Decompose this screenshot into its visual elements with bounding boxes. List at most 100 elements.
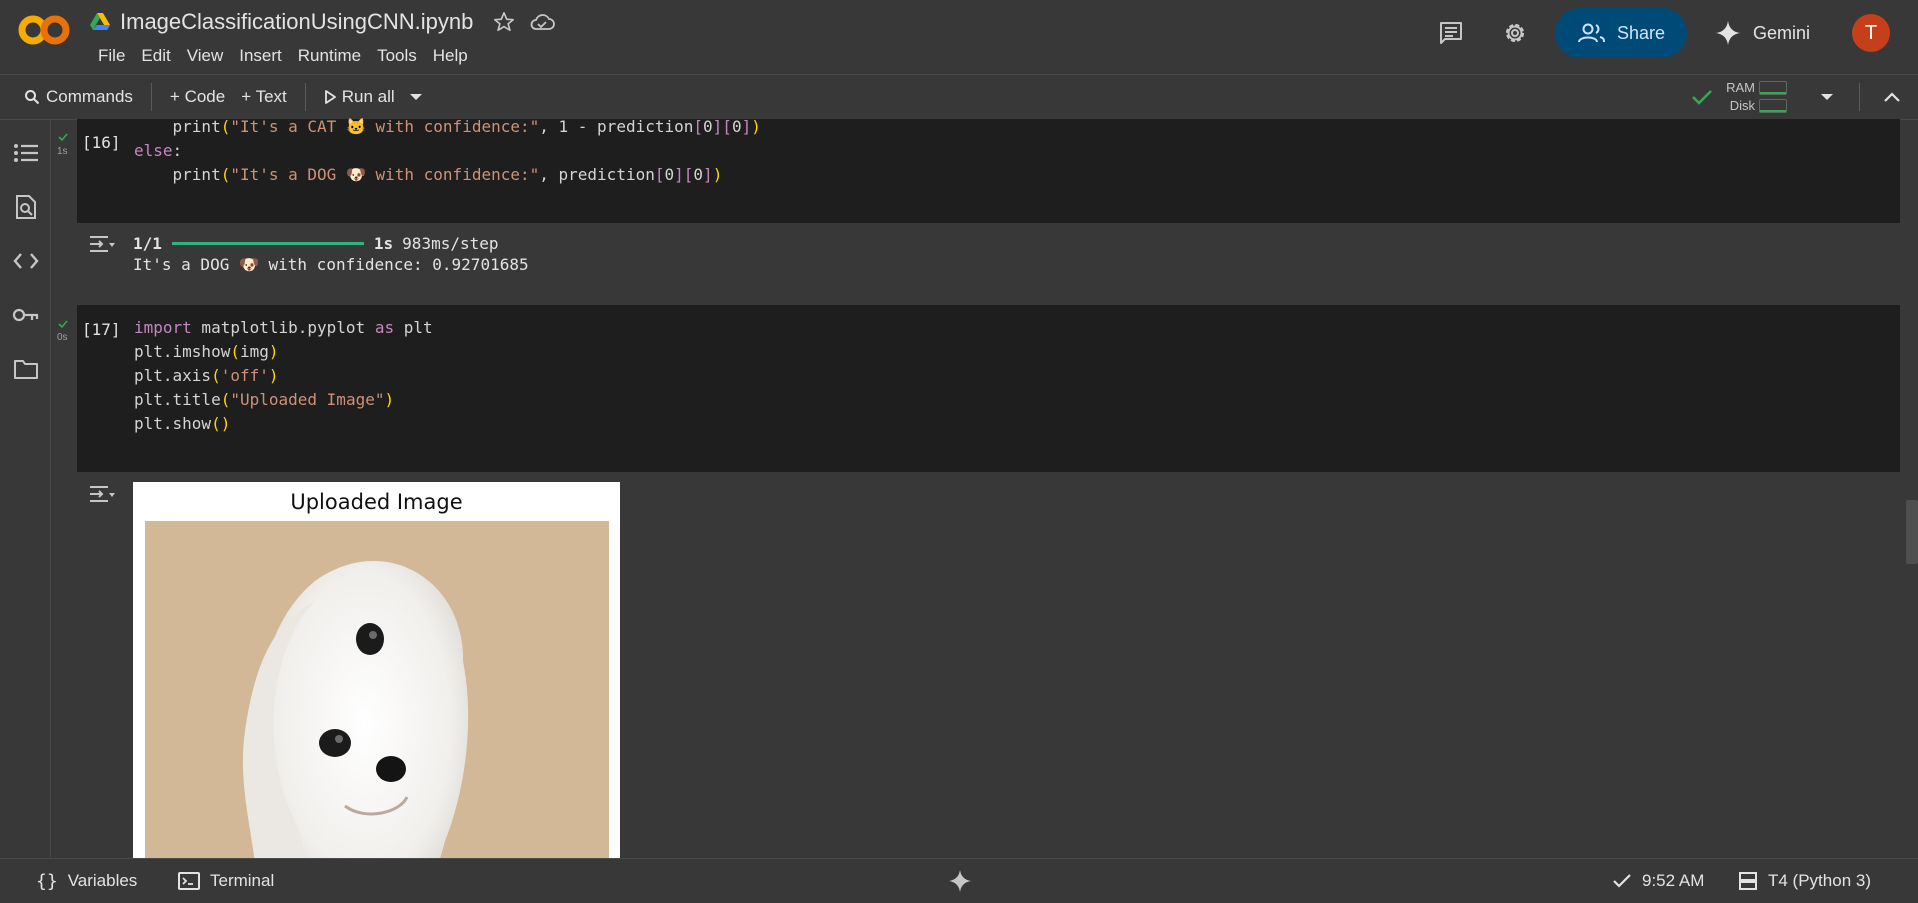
toc-icon <box>14 144 38 162</box>
code-line: else: <box>134 141 183 160</box>
ram-meter <box>1759 81 1787 95</box>
title-row: ImageClassificationUsingCNN.ipynb <box>90 8 556 36</box>
chevron-down-icon <box>1821 94 1833 100</box>
commands-button[interactable]: Commands <box>16 75 141 119</box>
gemini-status-button[interactable] <box>948 859 972 903</box>
cell-exec-time: 1s <box>57 146 68 157</box>
dog-photo <box>145 521 609 902</box>
ram-label: RAM <box>1726 80 1755 95</box>
menu-insert[interactable]: Insert <box>231 44 290 68</box>
dog-illustration <box>242 561 469 902</box>
commands-label: Commands <box>46 87 133 106</box>
execution-status[interactable]: 9:52 AM <box>1612 859 1704 903</box>
find-replace-button[interactable] <box>12 193 40 221</box>
code-snippets-button[interactable] <box>12 247 40 275</box>
share-people-icon <box>1577 23 1605 43</box>
runtime-dropdown-button[interactable] <box>1805 75 1849 119</box>
gear-icon <box>1505 23 1525 43</box>
progress-time: 1s <box>373 234 394 253</box>
variables-button[interactable]: {} Variables <box>36 859 137 903</box>
menu-tools[interactable]: Tools <box>369 44 425 68</box>
output-toggle-icon[interactable] <box>88 484 116 504</box>
gemini-sparkle-icon <box>1715 21 1740 45</box>
menu-runtime[interactable]: Runtime <box>290 44 369 68</box>
play-icon <box>324 90 336 104</box>
star-icon[interactable] <box>493 11 515 33</box>
progress-line: 1/1 1s 983ms/step <box>133 234 499 253</box>
code-line: plt.imshow(img) <box>134 342 279 361</box>
run-all-button[interactable]: Run all <box>316 75 403 119</box>
notebook-title[interactable]: ImageClassificationUsingCNN.ipynb <box>120 9 473 35</box>
folder-icon <box>14 360 38 379</box>
cell-exec-count[interactable]: [16] <box>82 133 121 152</box>
files-button[interactable] <box>12 355 40 383</box>
toolbar-divider <box>304 83 306 111</box>
output-toggle-icon[interactable] <box>88 234 116 254</box>
toolbar-divider <box>150 83 152 111</box>
cell-exec-time: 0s <box>57 332 68 343</box>
status-bar: {} Variables Terminal 9:52 AM T4 (Python… <box>0 858 1918 903</box>
toolbar-divider <box>1859 83 1860 111</box>
notebook-toolbar: Commands + Code + Text Run all RAM Disk <box>0 74 1918 120</box>
output-text: It's a DOG 🐶 with confidence: 0.92701685 <box>133 255 529 274</box>
runtime-label: T4 (Python 3) <box>1768 871 1871 890</box>
code-line: print("It's a DOG 🐶 with confidence:", p… <box>134 165 723 184</box>
code-line: import matplotlib.pyplot as plt <box>134 318 433 337</box>
progress-fill <box>171 242 364 245</box>
cell-exec-count[interactable]: [17] <box>82 320 121 339</box>
variables-label: Variables <box>67 871 138 890</box>
disk-meter <box>1759 99 1787 113</box>
resource-monitor[interactable]: RAM Disk <box>1726 79 1787 115</box>
progress-rate: 983ms/step <box>402 234 499 253</box>
disk-label: Disk <box>1729 98 1755 113</box>
code-line: plt.show() <box>134 414 231 433</box>
table-of-contents-button[interactable] <box>12 139 40 167</box>
toolbar-left: Commands + Code + Text Run all <box>16 75 429 119</box>
collapse-header-button[interactable] <box>1870 75 1914 119</box>
cloud-icon[interactable] <box>529 11 556 33</box>
share-button[interactable]: Share <box>1554 8 1687 58</box>
progress-step: 1/1 <box>133 234 162 253</box>
chevron-down-icon <box>409 94 422 100</box>
menu-edit[interactable]: Edit <box>133 44 178 68</box>
comments-button[interactable] <box>1429 11 1473 55</box>
left-sidebar <box>0 119 51 857</box>
drive-icon[interactable] <box>90 13 110 31</box>
settings-button[interactable] <box>1493 11 1537 55</box>
output-figure: Uploaded Image <box>133 482 620 902</box>
runtime-status[interactable]: T4 (Python 3) <box>1738 859 1871 903</box>
run-all-dropdown[interactable] <box>403 75 429 119</box>
gemini-button[interactable]: Gemini <box>1715 20 1810 46</box>
checkmark-icon <box>58 133 68 142</box>
add-code-button[interactable]: + Code <box>162 75 233 119</box>
variables-icon: {} <box>36 870 58 892</box>
chevron-up-icon <box>1884 92 1900 102</box>
figure-title: Uploaded Image <box>290 490 463 514</box>
search-icon <box>25 90 40 105</box>
menu-file[interactable]: File <box>90 44 133 68</box>
share-label: Share <box>1616 22 1665 43</box>
checkmark-icon <box>1692 90 1713 105</box>
runtime-icon <box>1739 872 1757 890</box>
header-actions: Share Gemini T <box>1429 8 1918 58</box>
key-icon <box>12 308 39 322</box>
add-text-button[interactable]: + Text <box>233 75 295 119</box>
toolbar-right: RAM Disk <box>1690 75 1918 119</box>
terminal-icon <box>178 872 200 890</box>
colab-logo[interactable] <box>18 10 70 50</box>
header: ImageClassificationUsingCNN.ipynb File E… <box>0 0 1918 73</box>
menu-view[interactable]: View <box>179 44 232 68</box>
checkmark-icon <box>1613 874 1631 888</box>
scrollbar-thumb[interactable] <box>1906 500 1918 564</box>
find-icon <box>16 195 36 219</box>
menu-help[interactable]: Help <box>425 44 476 68</box>
execution-time: 9:52 AM <box>1642 871 1705 890</box>
code-line: plt.title("Uploaded Image") <box>134 390 395 409</box>
terminal-label: Terminal <box>210 871 275 890</box>
menu-bar: File Edit View Insert Runtime Tools Help <box>90 44 476 68</box>
code-icon <box>13 253 39 269</box>
secrets-button[interactable] <box>12 301 40 329</box>
terminal-button[interactable]: Terminal <box>178 859 274 903</box>
avatar[interactable]: T <box>1852 14 1890 52</box>
code-line: print("It's a CAT 🐱 with confidence:", 1… <box>134 117 761 136</box>
